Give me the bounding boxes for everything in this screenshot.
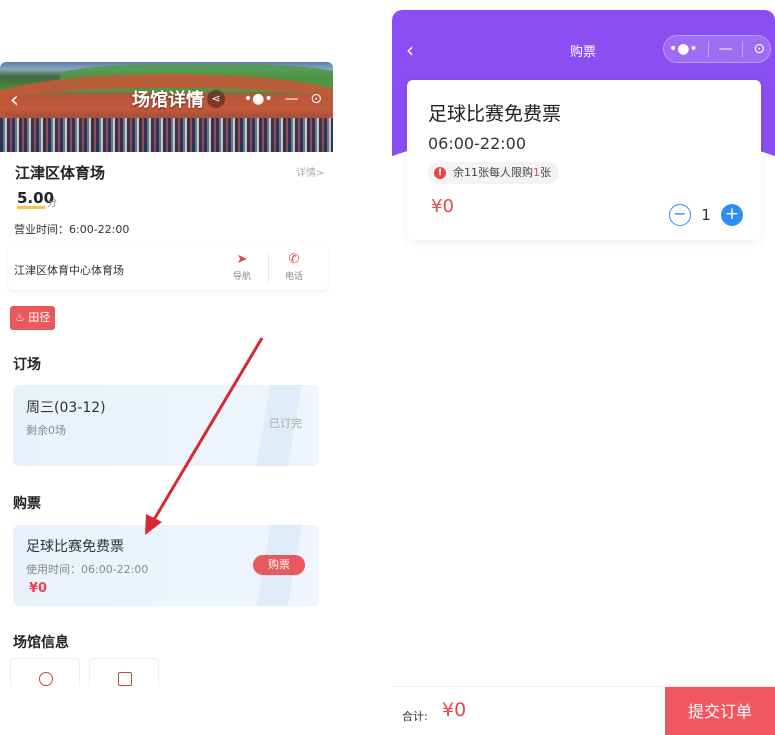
submit-order-button[interactable]: 提交订单 xyxy=(665,687,775,735)
info-circle-icon xyxy=(39,672,53,686)
score-underline xyxy=(17,206,45,209)
ticket-price: ¥0 xyxy=(431,196,454,217)
page-title: 购票 xyxy=(570,45,597,60)
back-icon[interactable]: ‹ xyxy=(406,38,414,62)
navigate-label: 导航 xyxy=(232,272,251,282)
venue-info-title: 场馆信息 xyxy=(13,635,69,651)
score-unit: 分 xyxy=(47,198,57,209)
sport-tag: ♨ 田径 xyxy=(10,306,56,330)
minus-icon[interactable]: − xyxy=(669,204,691,226)
notice-limit: 1 xyxy=(533,166,540,179)
close-icon[interactable]: ⊙ xyxy=(753,41,765,57)
buy-ticket-button[interactable]: 购票 xyxy=(253,555,305,575)
plus-icon[interactable]: + xyxy=(721,204,743,226)
order-footer: 合计: ¥0 提交订单 xyxy=(392,686,775,735)
info-box-icon xyxy=(118,672,132,686)
mini-program-capsule[interactable]: •●• — ⊙ xyxy=(663,35,771,63)
more-icon[interactable]: •●• xyxy=(669,41,698,57)
ticket-name: 足球比赛免费票 xyxy=(26,539,124,555)
booking-date: 周三(03-12) xyxy=(26,400,106,416)
venue-detail-screen: ‹ 场馆详情 ⋖ •●• — ⊙ 江津区体育场 详情> 5.00 分 营业时间：… xyxy=(0,60,333,686)
call-button[interactable]: ✆ 电话 xyxy=(282,252,306,282)
booking-card[interactable]: 周三(03-12) 剩余0场 已订完 xyxy=(13,385,319,466)
phone-icon: ✆ xyxy=(288,252,300,267)
sport-tag-label: 田径 xyxy=(28,311,51,324)
info-item[interactable] xyxy=(10,658,80,686)
booking-remaining: 剩余0场 xyxy=(26,424,66,437)
page-title: 场馆详情 xyxy=(132,90,204,111)
capsule-separator xyxy=(742,41,744,57)
business-hours: 营业时间：6:00-22:00 xyxy=(14,223,130,236)
ticket-order-card: 足球比赛免费票 06:00-22:00 ! 余11张每人限购1张 ¥0 − 1 … xyxy=(407,80,761,240)
capsule-separator xyxy=(707,41,709,57)
purchase-screen: ‹ 购票 •●• — ⊙ 足球比赛免费票 06:00-22:00 ! 余11张每… xyxy=(392,10,775,735)
ticket-section-title: 购票 xyxy=(13,496,41,512)
share-icon[interactable]: ⋖ xyxy=(207,90,225,108)
venue-address: 江津区体育中心体育场 xyxy=(14,264,124,277)
notice-prefix: 余11张每人限购 xyxy=(453,166,533,179)
ticket-usage-time: 使用时间：06:00-22:00 xyxy=(26,563,149,576)
quantity-value: 1 xyxy=(701,206,711,224)
mini-program-capsule[interactable]: •●• — ⊙ xyxy=(238,86,328,112)
ticket-name: 足球比赛免费票 xyxy=(428,103,562,125)
navigate-button[interactable]: ➤ 导航 xyxy=(230,252,254,282)
ticket-card[interactable]: 足球比赛免费票 使用时间：06:00-22:00 ¥0 购票 xyxy=(13,525,319,606)
address-bar: 江津区体育中心体育场 ➤ 导航 ✆ 电话 xyxy=(8,246,328,290)
detail-link[interactable]: 详情> xyxy=(296,164,324,179)
total-label: 合计: xyxy=(402,710,428,723)
divider xyxy=(268,254,269,282)
call-label: 电话 xyxy=(284,272,303,282)
booking-section-title: 订场 xyxy=(13,357,41,373)
info-item[interactable] xyxy=(89,658,159,686)
ticket-price: ¥0 xyxy=(29,581,48,596)
quantity-stepper[interactable]: − 1 + xyxy=(669,204,743,226)
stock-notice: ! 余11张每人限购1张 xyxy=(428,162,559,184)
navigation-arrow-icon: ➤ xyxy=(236,252,248,267)
ticket-time: 06:00-22:00 xyxy=(428,134,526,153)
close-icon[interactable]: ⊙ xyxy=(310,91,322,107)
notice-suffix: 张 xyxy=(540,166,551,179)
venue-banner: ‹ 场馆详情 ⋖ •●• — ⊙ xyxy=(0,62,333,152)
venue-name: 江津区体育场 xyxy=(15,164,106,182)
track-icon: ♨ xyxy=(15,311,25,324)
banner-crowd xyxy=(0,118,333,152)
back-icon[interactable]: ‹ xyxy=(10,88,19,113)
minimize-icon[interactable]: — xyxy=(719,41,733,57)
booking-status: 已订完 xyxy=(269,417,302,430)
more-icon[interactable]: •●• xyxy=(244,91,273,107)
total-value: ¥0 xyxy=(442,699,467,721)
minimize-icon[interactable]: — xyxy=(285,91,299,107)
alert-icon: ! xyxy=(434,167,446,179)
